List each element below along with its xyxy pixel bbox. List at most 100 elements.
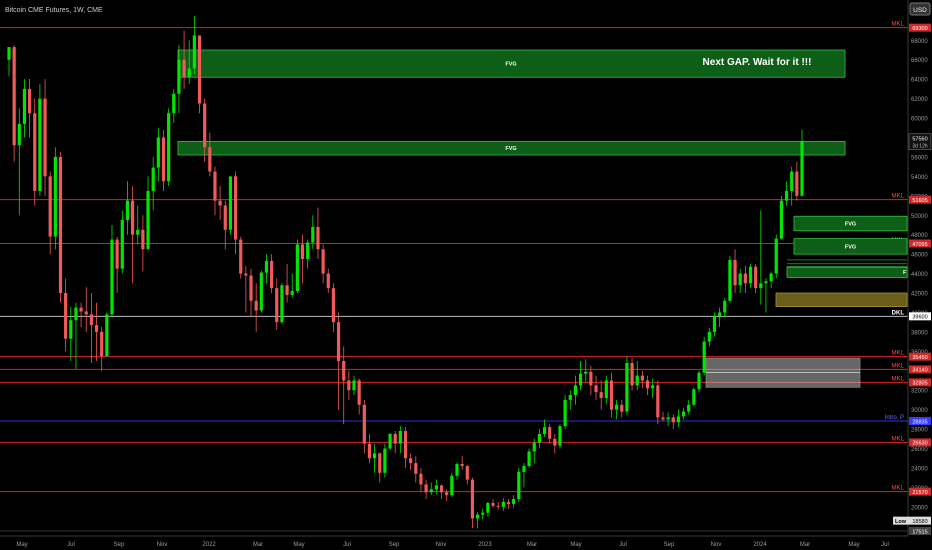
candle-body [656,385,660,418]
price-badge-value: 39600 [912,315,927,321]
candle-body [295,244,299,292]
candle-body [409,458,413,464]
y-tick-label: 44000 [911,272,928,278]
candle-body [187,68,191,78]
current-price-countdown: 3d 12h [912,143,928,149]
candle-body [563,399,567,427]
candle-body [779,200,783,239]
candle-body [136,229,140,235]
candle-body [439,485,444,493]
currency-button[interactable]: USD [909,2,931,16]
candle-body [676,416,681,423]
candle-body [17,123,21,146]
candle-body [218,200,222,206]
candle-body [100,331,104,357]
candle-body [316,226,320,250]
price-chart[interactable]: MKLMKLMKLDKLMKLMKLMKLIntro. PMKLMKL FVGF… [0,0,932,550]
candle-body [635,375,639,386]
zone-label: FVG [845,244,856,250]
candle-body [465,466,469,480]
candle-body [285,285,289,295]
candle-body [398,431,402,444]
candle-body [146,190,150,250]
candle-body [182,59,186,78]
y-tick-label: 42000 [911,292,928,298]
candle-body [481,512,485,515]
candle-body [22,88,27,124]
candle-body [228,176,233,230]
candle-body [177,59,181,94]
candle-body [249,275,253,301]
candle-body [105,314,109,357]
candle-body [244,273,248,276]
candle-body [331,288,336,323]
candle-body [460,464,464,467]
candle-body [141,229,145,250]
candle-body [378,453,382,473]
x-tick-label: Nov [157,542,168,548]
candle-body [259,272,263,311]
candle-body [110,239,114,315]
candle-body [573,385,578,396]
candle-body [666,417,670,420]
x-tick-label: Jul [343,542,351,548]
candle-body [486,502,490,513]
y-tick-label: 66000 [911,58,928,64]
candle-body [264,260,269,273]
x-tick-label: 2023 [478,542,492,548]
candle-body [692,389,696,405]
candle-body [743,273,747,284]
candle-body [728,259,732,301]
candle-body [79,307,83,312]
candle-body [53,156,57,237]
candle-body [558,426,562,446]
candle-body [393,433,397,444]
x-tick-label: Mar [527,542,537,548]
candle-body [362,404,366,444]
candle-body [645,380,650,389]
level-label: MKL [892,194,905,200]
candle-body [347,380,351,391]
x-tick-label: Jul [619,542,627,548]
level-label: MKL [892,22,905,28]
y-tick-label: 46000 [911,253,928,259]
candle-body [450,475,454,496]
x-tick-label: May [848,542,859,548]
candle-body [280,285,284,323]
price-badge-value: 21570 [912,490,927,496]
candle-body [311,226,315,243]
candle-body [754,266,758,289]
y-tick-label: 30000 [911,408,928,414]
candle-body [321,249,325,274]
candle-body [130,200,135,235]
y-tick-label: 28000 [911,428,928,434]
candle-body [342,361,346,381]
candle-body [94,325,99,332]
candle-body [594,385,598,393]
candle-body [233,176,238,240]
candle-body [455,464,459,476]
candle-body [759,283,763,289]
candle-body [625,362,629,412]
candle-body [609,380,614,410]
candle-body [615,404,619,410]
candle-body [542,427,547,434]
candle-body [475,514,480,519]
zone-rect [786,266,908,278]
candle-body [197,35,202,104]
candle-body [28,88,32,114]
candle-body [357,380,361,405]
candle-body [192,35,196,69]
x-tick-label: May [570,542,581,548]
y-tick-label: 26000 [911,447,928,453]
y-tick-label: 56000 [911,155,928,161]
candle-body [414,463,418,474]
candle-body [723,300,727,313]
candle-body [697,372,701,390]
candle-body [306,242,310,259]
candle-body [548,427,552,439]
candle-body [434,485,438,490]
candle-body [553,438,557,446]
price-badge-value: 26630 [912,441,927,447]
x-tick-label: Sep [664,542,675,548]
